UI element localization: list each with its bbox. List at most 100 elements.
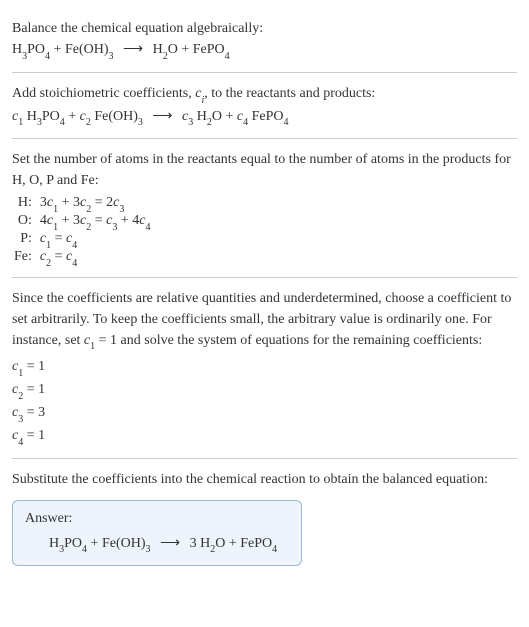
- t: H: [197, 109, 207, 124]
- t: H: [153, 42, 163, 57]
- h3po4: H3PO4: [12, 42, 50, 57]
- t: = 2: [91, 195, 113, 210]
- h2o: H2O: [153, 42, 178, 57]
- t: 4: [45, 51, 50, 62]
- t: 3: [138, 117, 143, 128]
- val: 1: [38, 382, 45, 397]
- val: 3: [38, 405, 45, 420]
- t: 4: [72, 240, 77, 251]
- atom-table: H: 3c1 + 3c2 = 2c3 O: 4c1 + 3c2 = c3 + 4…: [14, 195, 150, 266]
- plus: +: [178, 42, 193, 57]
- eq-o: 4c1 + 3c2 = c3 + 4c4: [40, 213, 151, 231]
- t: 4: [225, 51, 230, 62]
- t: =: [23, 405, 38, 420]
- t: 1: [18, 368, 23, 379]
- c: c: [80, 109, 86, 124]
- t: = 1 and solve the system of equations fo…: [95, 333, 482, 348]
- t: H: [12, 42, 22, 57]
- plus: +: [225, 536, 240, 551]
- feoh3: Fe(OH)3: [65, 42, 114, 57]
- t: =: [51, 231, 66, 246]
- t: Fe(OH): [94, 109, 138, 124]
- row-fe: Fe: c2 = c4: [14, 249, 150, 267]
- fepo4: FePO4: [193, 42, 230, 57]
- plus: +: [65, 109, 80, 124]
- t: 3: [59, 544, 64, 555]
- h2o: H2O: [197, 109, 222, 124]
- section-atom-equations: Set the number of atoms in the reactants…: [12, 139, 517, 277]
- t: PO: [27, 42, 45, 57]
- t: 3: [188, 117, 193, 128]
- problem-intro: Balance the chemical equation algebraica…: [12, 18, 517, 39]
- t: =: [23, 359, 38, 374]
- arrow-icon: ⟶: [123, 39, 143, 60]
- label-o: O:: [14, 213, 40, 231]
- t: 3: [112, 222, 117, 233]
- section-solve: Since the coefficients are relative quan…: [12, 278, 517, 459]
- label-p: P:: [14, 231, 40, 249]
- h3po4: H3PO4: [49, 536, 87, 551]
- label-h: H:: [14, 195, 40, 213]
- eq-h: 3c1 + 3c2 = 2c3: [40, 195, 151, 213]
- t: H: [27, 109, 37, 124]
- t: 3: [119, 204, 124, 215]
- label-fe: Fe:: [14, 249, 40, 267]
- section-problem: Balance the chemical equation algebraica…: [12, 8, 517, 73]
- solve-intro: Since the coefficients are relative quan…: [12, 288, 517, 353]
- answer-box: Answer: H3PO4 + Fe(OH)3 ⟶ 3 H2O + FePO4: [12, 500, 302, 567]
- t: 4: [145, 222, 150, 233]
- t: 4: [72, 258, 77, 269]
- answer-label: Answer:: [25, 511, 289, 527]
- plus: +: [222, 109, 237, 124]
- t: =: [51, 249, 66, 264]
- t: 3: [40, 195, 47, 210]
- t: 1: [90, 341, 95, 352]
- ci-sub: i: [201, 95, 204, 106]
- h2o: H2O: [200, 536, 225, 551]
- t: 4: [284, 117, 289, 128]
- t: FePO: [252, 109, 284, 124]
- t: 2: [86, 204, 91, 215]
- balanced-equation: H3PO4 + Fe(OH)3 ⟶ 3 H2O + FePO4: [25, 533, 289, 556]
- row-h: H: 3c1 + 3c2 = 2c3: [14, 195, 150, 213]
- t: FePO: [240, 536, 272, 551]
- t: 1: [18, 117, 23, 128]
- h3po4: H3PO4: [27, 109, 65, 124]
- c4-line: c4 = 1: [12, 425, 517, 448]
- plus: +: [87, 536, 102, 551]
- t: O: [168, 42, 178, 57]
- fepo4: FePO4: [240, 536, 277, 551]
- coef-intro: Add stoichiometric coefficients, ci, to …: [12, 83, 517, 106]
- row-o: O: 4c1 + 3c2 = c3 + 4c4: [14, 213, 150, 231]
- t: PO: [64, 536, 82, 551]
- feoh3: Fe(OH)3: [94, 109, 143, 124]
- t: 2: [210, 544, 215, 555]
- t: 2: [207, 117, 212, 128]
- t: Fe(OH): [102, 536, 146, 551]
- t: =: [23, 382, 38, 397]
- t: + 3: [58, 195, 80, 210]
- t: 3: [22, 51, 27, 62]
- coef-3: 3: [190, 536, 201, 551]
- t: , to the reactants and products:: [204, 86, 375, 101]
- eq-fe: c2 = c4: [40, 249, 151, 267]
- c2-line: c2 = 1: [12, 379, 517, 402]
- t: 4: [82, 544, 87, 555]
- arrow-icon: ⟶: [160, 533, 180, 554]
- plus: +: [50, 42, 65, 57]
- t: 1: [46, 240, 51, 251]
- arrow-icon: ⟶: [152, 106, 172, 127]
- section-add-coefficients: Add stoichiometric coefficients, c i, to …: [12, 73, 517, 140]
- t: 1: [53, 204, 58, 215]
- t: 3: [18, 414, 23, 425]
- t: O: [215, 536, 225, 551]
- t: Add stoichiometric coefficients,: [12, 86, 195, 101]
- t: + 4: [117, 213, 139, 228]
- t: PO: [42, 109, 60, 124]
- t: + 3: [58, 213, 80, 228]
- coef-list: c1 = 1 c2 = 1 c3 = 3 c4 = 1: [12, 356, 517, 447]
- t: 2: [163, 51, 168, 62]
- atom-intro: Set the number of atoms in the reactants…: [12, 149, 517, 191]
- row-p: P: c1 = c4: [14, 231, 150, 249]
- t: 2: [18, 391, 23, 402]
